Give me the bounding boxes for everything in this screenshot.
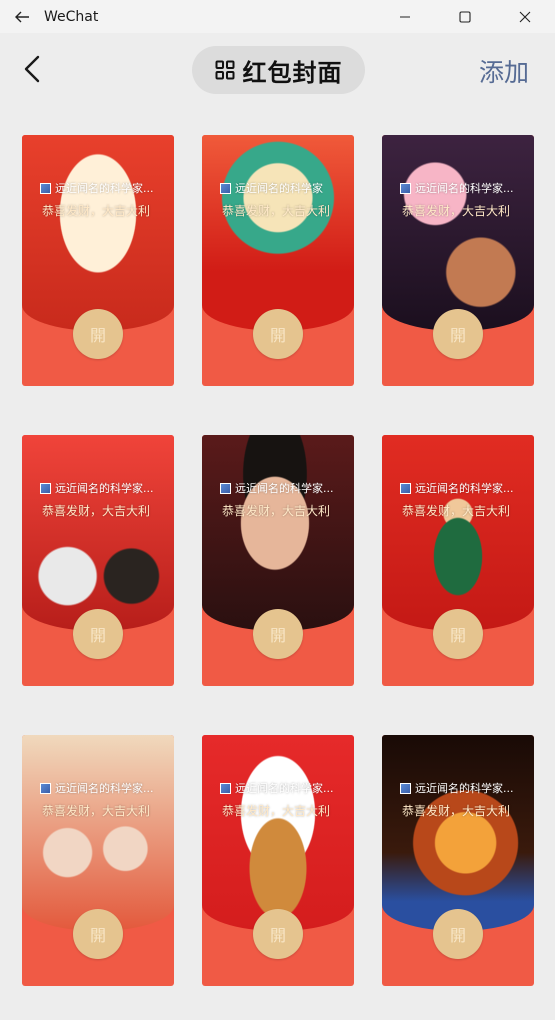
- titlebar-back-button[interactable]: [0, 0, 44, 33]
- cover-card[interactable]: 远近闻名的科学家... 恭喜发财，大吉大利 開: [202, 735, 354, 986]
- cover-card[interactable]: 远近闻名的科学家... 恭喜发财，大吉大利 開: [382, 435, 534, 686]
- sender-avatar: [400, 782, 411, 794]
- cover-greeting: 恭喜发财，大吉大利: [42, 204, 151, 218]
- sender-avatar: [40, 182, 51, 194]
- cover-greeting: 恭喜发财，大吉大利: [222, 804, 331, 818]
- cover-sender: 远近闻名的科学家...: [400, 480, 520, 496]
- cover-artwork: [22, 435, 174, 631]
- cover-greeting: 恭喜发财，大吉大利: [222, 504, 331, 518]
- cover-artwork: [382, 735, 534, 931]
- cover-sender: 远近闻名的科学家...: [400, 780, 520, 796]
- chevron-left-icon: [24, 55, 40, 83]
- cover-artwork: [22, 735, 174, 931]
- cover-sender: 远近闻名的科学家...: [400, 180, 520, 196]
- cover-greeting: 恭喜发财，大吉大利: [42, 504, 151, 518]
- sender-avatar: [220, 182, 231, 194]
- cover-card[interactable]: 远近闻名的科学家... 恭喜发财，大吉大利 開: [22, 435, 174, 686]
- cover-artwork: [22, 135, 174, 331]
- cover-greeting: 恭喜发财，大吉大利: [402, 804, 511, 818]
- cover-sender: 远近闻名的科学家...: [40, 480, 160, 496]
- page-title: 红包封面: [242, 58, 343, 87]
- window-controls: [375, 0, 555, 33]
- maximize-icon: [459, 10, 471, 23]
- cover-artwork: [202, 735, 354, 931]
- cover-artwork: [202, 435, 354, 631]
- window-title: WeChat: [44, 8, 99, 25]
- close-button[interactable]: [495, 0, 555, 33]
- open-button[interactable]: 開: [253, 309, 303, 359]
- minimize-icon: [400, 16, 410, 17]
- close-icon: [519, 11, 531, 22]
- open-button[interactable]: 開: [73, 309, 123, 359]
- cover-card[interactable]: 远近闻名的科学家... 恭喜发财，大吉大利 開: [202, 435, 354, 686]
- sender-avatar: [400, 482, 411, 494]
- cover-sender: 远近闻名的科学家...: [220, 480, 340, 496]
- back-arrow-icon: [15, 11, 29, 22]
- cover-greeting: 恭喜发财，大吉大利: [402, 504, 511, 518]
- open-button[interactable]: 開: [253, 609, 303, 659]
- sender-avatar: [220, 782, 231, 794]
- sender-avatar: [220, 482, 231, 494]
- cover-sender: 远近闻名的科学家...: [220, 780, 340, 796]
- cover-card[interactable]: 远近闻名的科学家... 恭喜发财，大吉大利 開: [382, 135, 534, 386]
- cover-greeting: 恭喜发财，大吉大利: [402, 204, 511, 218]
- sender-avatar: [400, 182, 411, 194]
- cover-artwork: [202, 135, 354, 331]
- grid-icon: [215, 60, 234, 80]
- cover-greeting: 恭喜发财，大吉大利: [42, 804, 151, 818]
- open-button[interactable]: 開: [73, 609, 123, 659]
- minimize-button[interactable]: [375, 0, 435, 33]
- cover-card[interactable]: 远近闻名的科学家... 恭喜发财，大吉大利 開: [22, 135, 174, 386]
- cover-card[interactable]: 远近闻名的科学家 恭喜发财，大吉大利 開: [202, 135, 354, 386]
- add-button[interactable]: 添加: [479, 53, 529, 89]
- page-header: 红包封面 添加: [0, 33, 555, 113]
- cover-card[interactable]: 远近闻名的科学家... 恭喜发财，大吉大利 開: [22, 735, 174, 986]
- cover-greeting: 恭喜发财，大吉大利: [222, 204, 331, 218]
- page-title-pill[interactable]: 红包封面: [192, 46, 365, 94]
- cover-sender: 远近闻名的科学家: [220, 180, 340, 196]
- open-button[interactable]: 開: [253, 909, 303, 959]
- open-button[interactable]: 開: [73, 909, 123, 959]
- sender-avatar: [40, 482, 51, 494]
- cover-artwork: [382, 135, 534, 331]
- window-titlebar: WeChat: [0, 0, 555, 33]
- cover-sender: 远近闻名的科学家...: [40, 780, 160, 796]
- maximize-button[interactable]: [435, 0, 495, 33]
- open-button[interactable]: 開: [433, 609, 483, 659]
- open-button[interactable]: 開: [433, 909, 483, 959]
- cover-artwork: [382, 435, 534, 631]
- cover-sender: 远近闻名的科学家...: [40, 180, 160, 196]
- open-button[interactable]: 開: [433, 309, 483, 359]
- header-back-button[interactable]: [16, 53, 48, 85]
- cover-card[interactable]: 远近闻名的科学家... 恭喜发财，大吉大利 開: [382, 735, 534, 986]
- sender-avatar: [40, 782, 51, 794]
